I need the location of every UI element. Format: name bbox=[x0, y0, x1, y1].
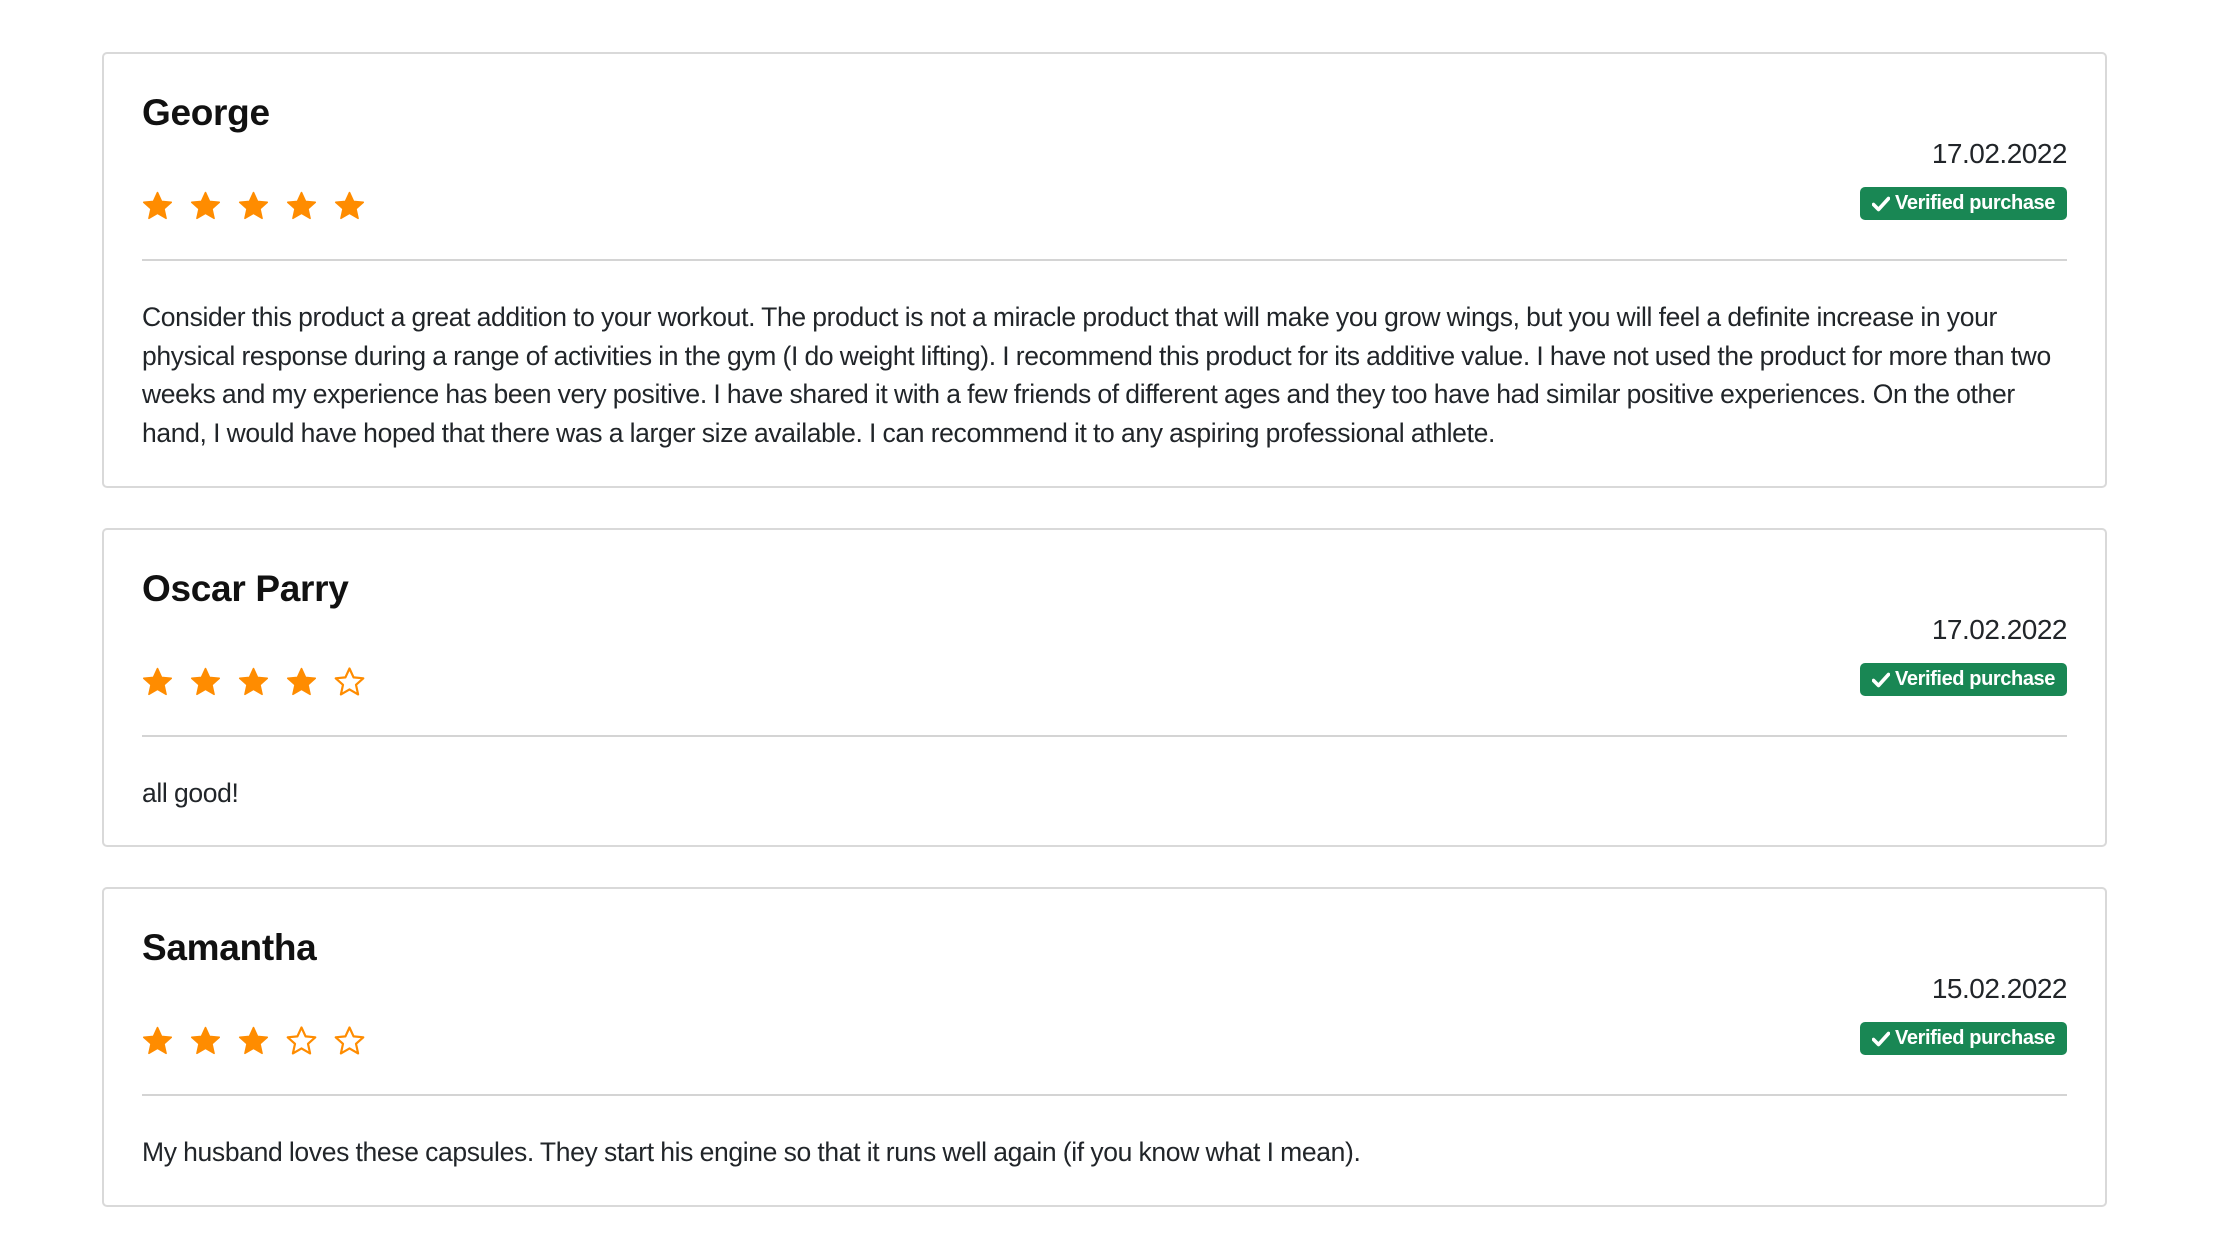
star-rating bbox=[142, 667, 365, 697]
star-rating bbox=[142, 191, 365, 221]
star-filled-icon bbox=[334, 191, 365, 221]
review-list: George 17.02.2022 Verified purchase Cons… bbox=[102, 52, 2107, 1207]
review-header: George 17.02.2022 Verified purchase bbox=[142, 54, 2068, 259]
verified-purchase-label: Verified purchase bbox=[1895, 192, 2055, 214]
reviewer-name: George bbox=[142, 92, 270, 133]
review-meta: 17.02.2022 Verified purchase bbox=[1860, 614, 2068, 696]
check-icon bbox=[1872, 196, 1891, 211]
verified-purchase-badge: Verified purchase bbox=[1860, 663, 2067, 696]
star-filled-icon bbox=[286, 191, 317, 221]
review-text: all good! bbox=[142, 778, 239, 808]
check-icon bbox=[1872, 1031, 1891, 1046]
review-card: Samantha 15.02.2022 Verified purchase My… bbox=[102, 887, 2107, 1207]
reviewer-name: Oscar Parry bbox=[142, 568, 349, 609]
star-filled-icon bbox=[190, 1026, 221, 1056]
review-header: Samantha 15.02.2022 Verified purchase bbox=[142, 889, 2068, 1094]
star-filled-icon bbox=[142, 1026, 173, 1056]
review-card: George 17.02.2022 Verified purchase Cons… bbox=[102, 52, 2107, 488]
review-meta: 15.02.2022 Verified purchase bbox=[1860, 973, 2068, 1055]
review-date: 17.02.2022 bbox=[1931, 614, 2068, 645]
review-card: Oscar Parry 17.02.2022 Verified purchase… bbox=[102, 528, 2107, 847]
star-outline-icon bbox=[334, 1026, 365, 1056]
star-filled-icon bbox=[142, 667, 173, 697]
verified-purchase-label: Verified purchase bbox=[1895, 668, 2055, 690]
star-outline-icon bbox=[334, 667, 365, 697]
star-filled-icon bbox=[142, 191, 173, 221]
star-filled-icon bbox=[238, 667, 269, 697]
review-text: Consider this product a great addition t… bbox=[142, 302, 2051, 448]
review-date: 17.02.2022 bbox=[1931, 138, 2068, 169]
star-filled-icon bbox=[286, 667, 317, 697]
star-rating bbox=[142, 1026, 365, 1056]
star-outline-icon bbox=[286, 1026, 317, 1056]
review-header: Oscar Parry 17.02.2022 Verified purchase bbox=[142, 530, 2068, 735]
verified-purchase-badge: Verified purchase bbox=[1860, 187, 2067, 220]
review-text: My husband loves these capsules. They st… bbox=[142, 1137, 1361, 1167]
star-filled-icon bbox=[190, 191, 221, 221]
reviewer-name: Samantha bbox=[142, 927, 317, 968]
check-icon bbox=[1872, 672, 1891, 687]
star-filled-icon bbox=[238, 191, 269, 221]
verified-purchase-label: Verified purchase bbox=[1895, 1027, 2055, 1049]
star-filled-icon bbox=[238, 1026, 269, 1056]
verified-purchase-badge: Verified purchase bbox=[1860, 1022, 2067, 1055]
star-filled-icon bbox=[190, 667, 221, 697]
review-meta: 17.02.2022 Verified purchase bbox=[1860, 138, 2068, 220]
review-date: 15.02.2022 bbox=[1931, 973, 2068, 1004]
